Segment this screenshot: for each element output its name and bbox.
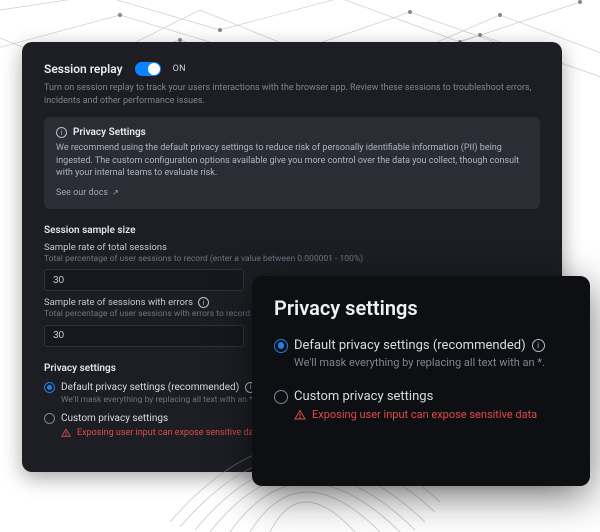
error-sample-input[interactable] [44, 325, 244, 347]
error-sample-label: Sample rate of sessions with errors [44, 297, 193, 308]
overlay-default-label: Default privacy settings (recommended) [294, 338, 526, 353]
privacy-infobox-title: Privacy Settings [73, 127, 146, 138]
overlay-title: Privacy settings [274, 296, 568, 320]
privacy-default-label: Default privacy settings (recommended) [61, 382, 239, 393]
warning-icon [294, 409, 306, 421]
info-icon[interactable]: i [198, 297, 209, 308]
external-link-icon: ↗ [112, 188, 119, 197]
total-sample-hint: Total percentage of user sessions to rec… [44, 254, 540, 264]
session-replay-toggle[interactable] [135, 62, 161, 76]
privacy-infobox-body: We recommend using the default privacy s… [56, 142, 528, 180]
privacy-custom-warning-text: Exposing user input can expose sensitive… [77, 428, 261, 438]
radio-unselected-icon [44, 413, 55, 424]
privacy-settings-overlay: Privacy settings Default privacy setting… [252, 276, 590, 486]
overlay-custom-warning: Exposing user input can expose sensitive… [294, 408, 568, 421]
info-icon: i [56, 127, 67, 138]
radio-selected-icon [274, 339, 288, 353]
overlay-privacy-default-option[interactable]: Default privacy settings (recommended) i [274, 338, 568, 353]
toggle-state-label: ON [173, 64, 186, 74]
radio-unselected-icon [274, 390, 288, 404]
privacy-custom-label: Custom privacy settings [61, 413, 168, 424]
overlay-privacy-custom-option[interactable]: Custom privacy settings [274, 389, 568, 404]
privacy-infobox: i Privacy Settings We recommend using th… [44, 117, 540, 209]
total-sample-label: Sample rate of total sessions [44, 242, 540, 253]
warning-icon [61, 428, 71, 438]
overlay-custom-warning-text: Exposing user input can expose sensitive… [312, 408, 537, 421]
session-replay-description: Turn on session replay to track your use… [44, 82, 540, 107]
radio-selected-icon [44, 382, 55, 393]
session-replay-title: Session replay [44, 62, 123, 76]
see-docs-label: See our docs [56, 188, 108, 198]
overlay-default-hint: We'll mask everything by replacing all t… [294, 356, 568, 369]
session-sample-size-heading: Session sample size [44, 225, 540, 236]
see-docs-link[interactable]: See our docs ↗ [56, 188, 119, 198]
total-sample-input[interactable] [44, 269, 244, 291]
overlay-custom-label: Custom privacy settings [294, 389, 433, 404]
info-icon[interactable]: i [532, 339, 545, 352]
